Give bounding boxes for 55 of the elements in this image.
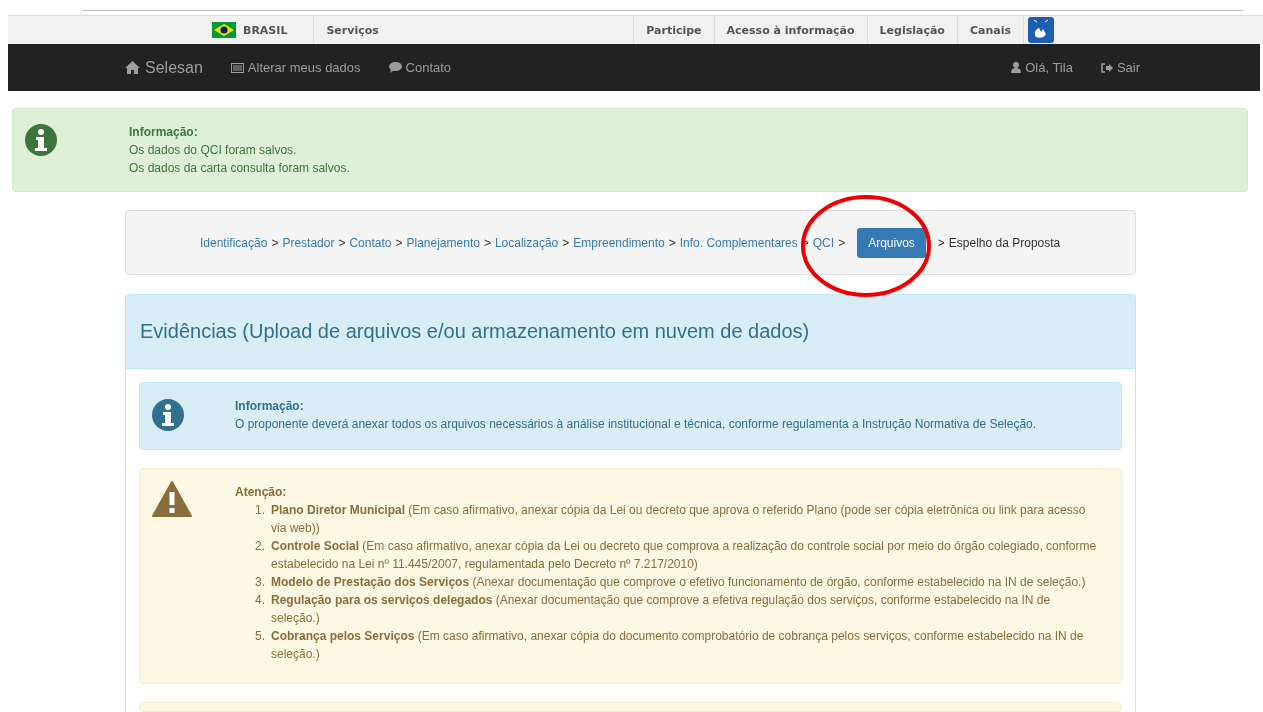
home-icon — [125, 61, 140, 74]
alert-title: Informação: — [129, 124, 199, 141]
alert-message: Os dados da carta consulta foram salvos. — [129, 160, 351, 177]
user-icon — [1011, 62, 1022, 73]
warning-icon — [152, 481, 192, 517]
breadcrumb-separator: > — [562, 235, 570, 250]
accessibility-icon[interactable] — [1028, 17, 1054, 43]
logout-icon — [1100, 62, 1113, 73]
breadcrumb-separator: > — [838, 235, 846, 250]
info-icon — [152, 399, 184, 431]
breadcrumb-separator: > — [271, 235, 279, 250]
list-item-text: Plano Diretor Municipal (Em caso afirmativo, anexar cópia da Lei ou decreto que aprova o referido Plano (pode ser cópia eletrônica ou link para acesso via web)) — [271, 502, 1087, 537]
list-item-text: Controle Social (Em caso afirmativo, anexar cópia da Lei ou decreto que comprova a realização do controle social por meio do órgão colegiado, conforme estabelecido na Lei nº 11.445/2007, regulamentada pelo Decreto nº 7.217/2010) — [271, 538, 1097, 573]
breadcrumb-link[interactable]: Prestador — [282, 235, 335, 250]
brand-link[interactable]: Selesan — [125, 58, 203, 77]
list-number: 4. — [254, 592, 265, 609]
card-icon — [230, 62, 244, 73]
user-link[interactable]: Olá, Tila — [1011, 60, 1073, 75]
breadcrumb-separator: > — [338, 235, 346, 250]
nav-link[interactable]: Contato — [388, 60, 452, 75]
breadcrumb-separator: > — [395, 235, 403, 250]
breadcrumb-separator: > — [668, 235, 676, 250]
list-item-text: Regulação para os serviços delegados (Anexar documentação que comprove a efetiva regulação dos serviços, conforme estabelecido na IN de seleção.) — [271, 592, 1052, 627]
breadcrumb-link[interactable]: Contato — [349, 235, 392, 250]
breadcrumb-link[interactable]: Localização — [494, 235, 559, 250]
logout-label: Sair — [1116, 60, 1140, 75]
country-label[interactable]: BRASIL — [212, 16, 314, 44]
brand-name: Selesan — [145, 58, 203, 77]
breadcrumb-separator: > — [483, 235, 491, 250]
nav-link-label: Contato — [405, 60, 452, 75]
flag-icon — [212, 22, 236, 38]
list-number: 1. — [254, 502, 265, 519]
list-number: 3. — [254, 574, 265, 591]
alert-title: Atenção: — [235, 484, 288, 501]
list-number: 2. — [254, 538, 265, 555]
user-greeting: Olá, Tila — [1025, 60, 1073, 75]
country-name: BRASIL — [243, 23, 288, 37]
panel-title: Evidências (Upload de arquivos e/ou armazenamento em nuvem de dados) — [126, 295, 1135, 369]
breadcrumb-link[interactable]: QCI — [812, 235, 835, 250]
current-step-button[interactable]: Arquivos — [857, 227, 926, 258]
breadcrumb-step: Espelho da Proposta — [948, 235, 1061, 250]
alert-message: O proponente deverá anexar todos os arquivos necessários à análise institucional e técnica, conforme regulamenta a Instrução Normativa de Seleção. — [235, 416, 1038, 433]
logout-link[interactable]: Sair — [1100, 60, 1140, 75]
breadcrumb-link[interactable]: Info. Complementares — [679, 235, 798, 250]
alert-message: Os dados do QCI foram salvos. — [129, 142, 298, 159]
breadcrumb-link[interactable]: Identificação — [200, 235, 268, 250]
list-item-text: Modelo de Prestação dos Serviços (Anexar documentação que comprove o efetivo funcionamento de órgão, conforme estabelecido na IN de seleção.) — [271, 574, 1086, 591]
breadcrumb-link[interactable]: Planejamento — [406, 235, 480, 250]
list-number: 5. — [254, 628, 265, 645]
list-item-text: Cobrança pelos Serviços (Em caso afirmativo, anexar cópia do documento comprobatório de cobrança pelos serviços, conforme estabelecido na IN de seleção.) — [271, 628, 1085, 663]
alert-title: Informação: — [235, 398, 305, 415]
breadcrumb-link[interactable]: Empreendimento — [573, 235, 665, 250]
info-icon — [25, 124, 57, 156]
breadcrumb-separator: > — [937, 235, 945, 250]
chat-icon — [388, 62, 402, 73]
